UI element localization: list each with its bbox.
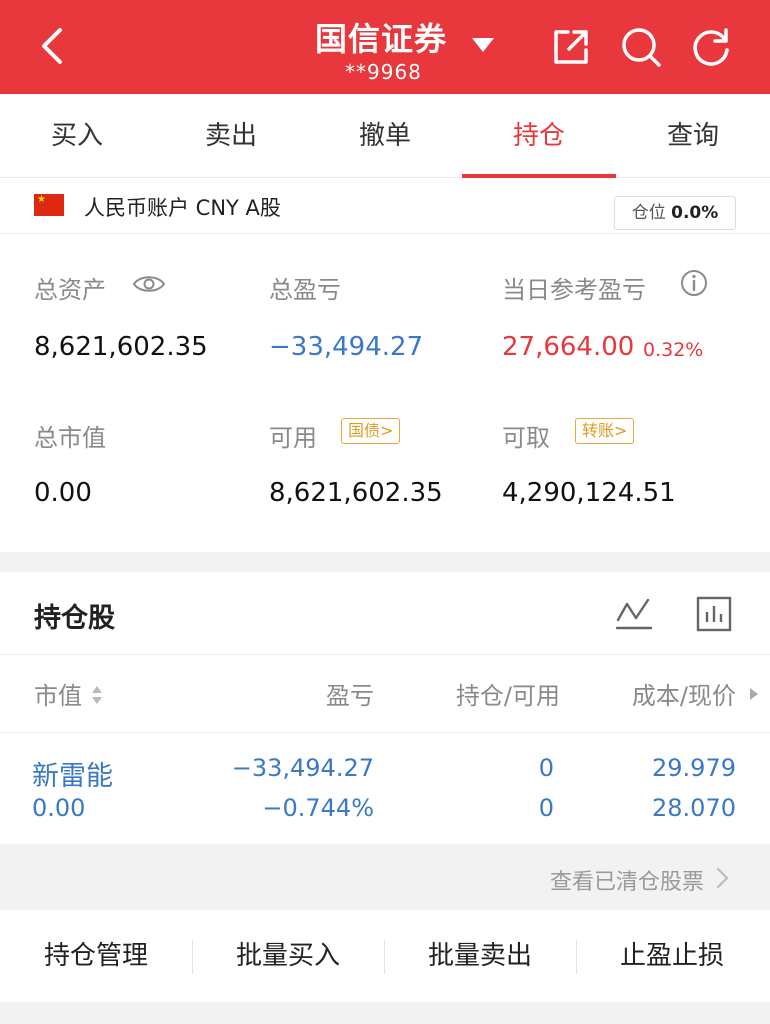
daily-pnl-label: 当日参考盈亏 bbox=[502, 276, 646, 304]
total-pnl-label: 总盈亏 bbox=[269, 276, 341, 304]
back-arrow-icon[interactable] bbox=[30, 22, 78, 70]
cleared-stocks-label: 查看已清仓股票 bbox=[549, 870, 704, 895]
broker-title: 国信证券 bbox=[315, 20, 448, 58]
daily-pnl-percent: 0.32% bbox=[643, 339, 704, 361]
column-header-position[interactable]: 持仓/可用 bbox=[400, 676, 560, 711]
column-header-market-value[interactable]: 市值 bbox=[34, 676, 104, 711]
total-pnl-value: −33,494.27 bbox=[269, 332, 424, 362]
total-assets-label: 总资产 bbox=[34, 276, 106, 304]
position-value: 0.0% bbox=[671, 203, 719, 223]
stock-name: 新雷能 bbox=[32, 761, 113, 792]
share-icon[interactable] bbox=[548, 24, 594, 70]
column-header-label: 市值 bbox=[34, 682, 82, 710]
tab-sell[interactable]: 卖出 bbox=[154, 94, 308, 178]
take-profit-stop-loss-button[interactable]: 止盈止损 bbox=[576, 910, 768, 1002]
position-badge: 仓位 0.0% bbox=[614, 196, 736, 230]
column-header-pnl[interactable]: 盈亏 bbox=[232, 676, 374, 711]
tab-holdings[interactable]: 持仓 bbox=[462, 94, 616, 178]
scroll-right-icon[interactable] bbox=[748, 686, 760, 702]
stock-pnl: −33,494.27 bbox=[231, 754, 374, 782]
trade-tabs: 买入 卖出 撤单 持仓 查询 bbox=[0, 94, 770, 178]
column-header-cost-price[interactable]: 成本/现价 bbox=[580, 676, 736, 711]
account-row: ★ 人民币账户 CNY A股 仓位 0.0% bbox=[0, 178, 770, 234]
account-switcher[interactable]: 国信证券 **9968 bbox=[300, 10, 500, 90]
batch-buy-button[interactable]: 批量买入 bbox=[192, 910, 384, 1002]
manage-holdings-button[interactable]: 持仓管理 bbox=[0, 910, 192, 1002]
transfer-chip[interactable]: 转账> bbox=[575, 418, 635, 444]
divider bbox=[0, 732, 770, 733]
available-label: 可用 bbox=[269, 424, 317, 452]
tab-cancel[interactable]: 撤单 bbox=[308, 94, 462, 178]
app-header: 国信证券 **9968 bbox=[0, 0, 770, 94]
holdings-section: 持仓股 市值 盈亏 持仓/可用 成本/现价 新雷能 0.00 −33,494.2… bbox=[0, 572, 770, 844]
cleared-stocks-link[interactable]: 查看已清仓股票 bbox=[0, 844, 770, 910]
sort-icon bbox=[91, 686, 102, 704]
divider bbox=[0, 654, 770, 655]
china-flag-icon: ★ bbox=[34, 194, 64, 216]
line-chart-icon[interactable] bbox=[614, 594, 654, 634]
tab-buy[interactable]: 买入 bbox=[0, 94, 154, 178]
total-assets-value: 8,621,602.35 bbox=[34, 332, 208, 362]
account-number: **9968 bbox=[345, 60, 422, 84]
holdings-title: 持仓股 bbox=[34, 603, 115, 634]
account-label: 人民币账户 CNY A股 bbox=[84, 196, 281, 220]
account-summary: ★ 人民币账户 CNY A股 仓位 0.0% 总资产 总盈亏 当日参考盈亏 8,… bbox=[0, 178, 770, 552]
refresh-icon[interactable] bbox=[688, 24, 734, 70]
bar-chart-icon[interactable] bbox=[694, 594, 734, 634]
available-value: 8,621,602.35 bbox=[269, 478, 443, 508]
stock-market-value: 0.00 bbox=[32, 794, 86, 822]
withdrawable-value: 4,290,124.51 bbox=[502, 478, 676, 508]
position-label: 仓位 bbox=[631, 203, 666, 223]
market-value-label: 总市值 bbox=[34, 424, 106, 452]
eye-icon[interactable] bbox=[132, 272, 166, 296]
batch-sell-button[interactable]: 批量卖出 bbox=[384, 910, 576, 1002]
stock-cost: 29.979 bbox=[652, 754, 736, 782]
withdrawable-label: 可取 bbox=[502, 424, 550, 452]
stock-price: 28.070 bbox=[652, 794, 736, 822]
market-value-value: 0.00 bbox=[34, 478, 92, 508]
daily-pnl-value: 27,664.00 bbox=[502, 332, 635, 362]
stock-available: 0 bbox=[538, 794, 554, 822]
info-icon[interactable] bbox=[680, 269, 708, 297]
tab-query[interactable]: 查询 bbox=[616, 94, 770, 178]
chevron-right-icon bbox=[716, 867, 729, 889]
stock-position: 0 bbox=[538, 754, 554, 782]
treasury-bond-chip[interactable]: 国债> bbox=[341, 418, 401, 444]
search-icon[interactable] bbox=[618, 24, 664, 70]
caret-down-icon bbox=[472, 38, 494, 52]
stock-pnl-percent: −0.744% bbox=[262, 794, 374, 822]
action-bar: 持仓管理 批量买入 批量卖出 止盈止损 bbox=[0, 910, 770, 1002]
